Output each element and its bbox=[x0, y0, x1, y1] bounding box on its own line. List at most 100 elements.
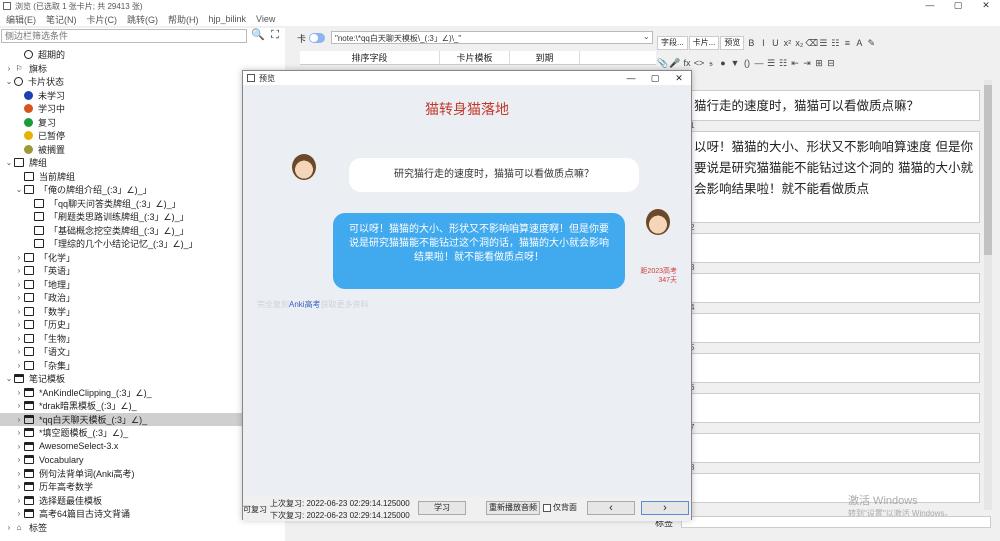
format-button[interactable]: U bbox=[769, 36, 781, 50]
menu-edit[interactable]: 编辑(E) bbox=[6, 13, 36, 26]
format-button[interactable]: x² bbox=[781, 36, 793, 50]
sidebar-search-icon[interactable]: 🔍 bbox=[250, 29, 266, 43]
menu-bilink[interactable]: hjp_bilink bbox=[209, 14, 247, 24]
expand-arrow-icon[interactable]: › bbox=[14, 469, 24, 478]
expand-arrow-icon[interactable]: › bbox=[14, 442, 24, 451]
cards-notes-toggle[interactable]: 卡 bbox=[297, 32, 327, 44]
format-button[interactable]: ≡ bbox=[841, 36, 853, 50]
field-editor[interactable] bbox=[690, 313, 980, 343]
footer-link[interactable]: Anki高考 bbox=[289, 300, 321, 309]
expand-arrow-icon[interactable]: ⌄ bbox=[4, 77, 14, 86]
sidebar-item[interactable]: › ⌂ 标签 bbox=[0, 521, 285, 535]
sidebar-filter-input[interactable] bbox=[1, 29, 247, 43]
format-button[interactable]: <> bbox=[693, 56, 705, 70]
prev-card-button[interactable]: ‹ bbox=[587, 501, 635, 515]
expand-arrow-icon[interactable]: › bbox=[14, 293, 24, 302]
preview-minimize-button[interactable]: — bbox=[619, 71, 643, 85]
menu-view[interactable]: View bbox=[256, 14, 275, 24]
countdown-days: 347天 bbox=[658, 277, 677, 284]
sidebar-item-label: *drak暗黑模板_(:3」∠)_ bbox=[39, 401, 137, 412]
expand-arrow-icon[interactable]: › bbox=[14, 280, 24, 289]
format-button[interactable]: ▼ bbox=[729, 56, 741, 70]
format-button[interactable]: ☷ bbox=[777, 56, 789, 70]
expand-arrow-icon[interactable]: ⌄ bbox=[4, 158, 14, 167]
format-button[interactable]: ⊟ bbox=[825, 56, 837, 70]
format-button[interactable]: ● bbox=[717, 56, 729, 70]
format-button[interactable]: 📎 bbox=[657, 56, 669, 70]
format-button[interactable]: A bbox=[853, 36, 865, 50]
sidebar-select-icon[interactable]: ⛶ bbox=[267, 29, 283, 43]
expand-arrow-icon[interactable]: › bbox=[14, 253, 24, 262]
format-button[interactable]: ☰ bbox=[765, 56, 777, 70]
expand-arrow-icon[interactable]: › bbox=[14, 482, 24, 491]
expand-arrow-icon[interactable]: › bbox=[14, 509, 24, 518]
expand-arrow-icon[interactable]: › bbox=[14, 307, 24, 316]
expand-arrow-icon[interactable]: › bbox=[4, 523, 14, 532]
field-editor[interactable]: 以呀！猫猫的大小、形状又不影响咱算速度 但是你要说是研究猫猫能不能钻过这个洞的 … bbox=[690, 131, 980, 223]
format-button[interactable]: ☰ bbox=[817, 36, 829, 50]
field-editor[interactable] bbox=[690, 233, 980, 263]
expand-arrow-icon[interactable]: ⌄ bbox=[4, 374, 14, 383]
expand-arrow-icon[interactable]: › bbox=[14, 266, 24, 275]
expand-arrow-icon[interactable]: › bbox=[14, 388, 24, 397]
search-dropdown-icon[interactable]: ⌄ bbox=[643, 32, 650, 41]
checkbox-box[interactable] bbox=[543, 503, 551, 512]
format-button[interactable]: ⌫ bbox=[805, 36, 818, 50]
toggle-switch-icon[interactable] bbox=[309, 33, 326, 43]
minimize-button[interactable]: — bbox=[916, 0, 944, 12]
maximize-button[interactable]: ▢ bbox=[944, 0, 972, 12]
back-only-checkbox[interactable]: 仅背面 bbox=[543, 502, 577, 513]
format-button[interactable]: x₂ bbox=[793, 36, 805, 50]
expand-arrow-icon[interactable]: ⌄ bbox=[14, 185, 24, 194]
format-button[interactable]: fx bbox=[681, 56, 693, 70]
format-button[interactable]: ⇥ bbox=[801, 56, 813, 70]
column-card-template[interactable]: 卡片模板 bbox=[440, 51, 510, 64]
format-button[interactable]: — bbox=[753, 56, 765, 70]
format-button[interactable]: 𝔰 bbox=[705, 56, 717, 70]
format-button[interactable]: ✎ bbox=[865, 36, 877, 50]
field-editor[interactable]: 猫行走的速度时，猫猫可以看做质点嘛？ bbox=[690, 90, 980, 121]
expand-arrow-icon[interactable]: › bbox=[14, 320, 24, 329]
format-button[interactable]: B bbox=[745, 36, 757, 50]
expand-arrow-icon[interactable]: › bbox=[14, 428, 24, 437]
format-button[interactable]: 🎤 bbox=[669, 56, 681, 70]
column-sort-field[interactable]: 排序字段 bbox=[300, 51, 440, 64]
field-editor[interactable] bbox=[690, 353, 980, 383]
notetype-icon bbox=[24, 482, 34, 492]
next-card-button[interactable]: › bbox=[641, 501, 689, 515]
study-button[interactable]: 学习 bbox=[418, 501, 466, 515]
expand-arrow-icon[interactable]: › bbox=[14, 401, 24, 410]
search-input[interactable]: "note:\*qq白天聊天模板\_(:3」∠)\_" bbox=[331, 31, 653, 44]
menu-go[interactable]: 跳转(G) bbox=[127, 13, 158, 26]
expand-arrow-icon[interactable]: › bbox=[4, 64, 14, 73]
expand-arrow-icon[interactable]: › bbox=[14, 415, 24, 424]
column-due[interactable]: 到期 bbox=[510, 51, 580, 64]
preview-maximize-button[interactable]: ▢ bbox=[643, 71, 667, 85]
fields-button[interactable]: 字段... bbox=[657, 36, 688, 50]
editor-scrollbar[interactable] bbox=[984, 80, 992, 510]
field-editor[interactable] bbox=[690, 433, 980, 463]
expand-arrow-icon[interactable]: › bbox=[14, 455, 24, 464]
replay-audio-button[interactable]: 重新播放音频 bbox=[486, 501, 540, 515]
format-button[interactable]: () bbox=[741, 56, 753, 70]
tags-input[interactable] bbox=[681, 516, 991, 528]
close-button[interactable]: ✕ bbox=[972, 0, 1000, 12]
format-button[interactable]: ☷ bbox=[829, 36, 841, 50]
sidebar-item[interactable]: 超期的 bbox=[0, 48, 285, 62]
format-button[interactable]: ⊞ bbox=[813, 56, 825, 70]
menu-notes[interactable]: 笔记(N) bbox=[46, 13, 77, 26]
expand-arrow-icon[interactable]: › bbox=[14, 361, 24, 370]
preview-button[interactable]: 预览 bbox=[720, 36, 745, 50]
expand-arrow-icon[interactable]: › bbox=[14, 334, 24, 343]
cards-button[interactable]: 卡片... bbox=[688, 36, 720, 50]
format-button[interactable]: I bbox=[757, 36, 769, 50]
field-editor[interactable] bbox=[690, 393, 980, 423]
preview-close-button[interactable]: ✕ bbox=[667, 71, 691, 85]
menu-help[interactable]: 帮助(H) bbox=[168, 13, 199, 26]
field-editor[interactable] bbox=[690, 273, 980, 303]
expand-arrow-icon[interactable]: › bbox=[14, 496, 24, 505]
expand-arrow-icon[interactable]: › bbox=[14, 347, 24, 356]
format-row-1: B I Ux² x₂ ⌫ ☰ ☷ ≡ A ✎ bbox=[745, 36, 877, 50]
format-button[interactable]: ⇤ bbox=[789, 56, 801, 70]
menu-cards[interactable]: 卡片(C) bbox=[87, 13, 118, 26]
